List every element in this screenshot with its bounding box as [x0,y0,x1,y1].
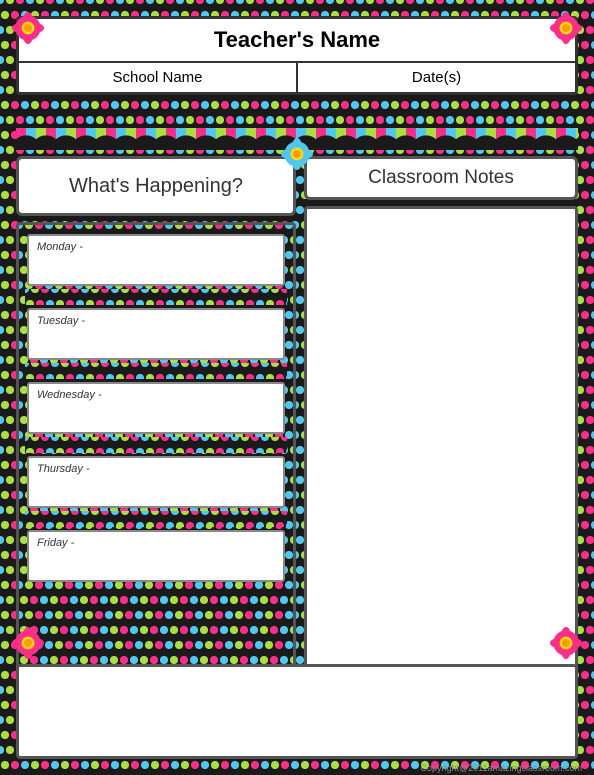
thursday-box: Thursday - [27,456,285,508]
wednesday-label: Wednesday - [37,389,275,401]
school-name: School Name [19,63,298,92]
monday-box: Monday - [27,234,285,286]
wednesday-box: Wednesday - [27,382,285,434]
friday-box: Friday - [27,530,285,582]
friday-label: Friday - [37,537,275,549]
flower-bottom-right [550,627,582,659]
tuesday-label: Tuesday - [37,315,275,327]
flower-top-right [550,12,582,44]
main-content: What's Happening? Monday - Tuesday - Wed… [16,156,578,719]
teacher-name: Teacher's Name [19,19,575,63]
classroom-notes-area [304,206,578,719]
dates-label: Date(s) [298,63,575,92]
left-column: What's Happening? Monday - Tuesday - Wed… [16,156,296,719]
right-column: Classroom Notes [304,156,578,719]
copyright: Copyright@2011amazingclassroom.com [420,763,582,773]
days-container: Monday - Tuesday - Wednesday - Thursday … [16,222,296,719]
dot-separator-2 [25,363,287,379]
dot-separator-1 [25,289,287,305]
dot-separator-3 [25,437,287,453]
page-wrapper: Teacher's Name School Name Date(s) What'… [8,8,586,767]
whats-happening-box: What's Happening? [16,156,296,216]
whats-happening-text: What's Happening? [69,175,243,198]
monday-label: Monday - [37,241,275,253]
bottom-notes [16,664,578,759]
flower-top-left [12,12,44,44]
flower-center-top [281,138,313,170]
header-bottom-row: School Name Date(s) [19,63,575,92]
classroom-notes-label: Classroom Notes [304,156,578,200]
flower-bottom-left [12,627,44,659]
tuesday-box: Tuesday - [27,308,285,360]
thursday-label: Thursday - [37,463,275,475]
dot-separator-4 [25,511,287,527]
header-section: Teacher's Name School Name Date(s) [16,16,578,95]
